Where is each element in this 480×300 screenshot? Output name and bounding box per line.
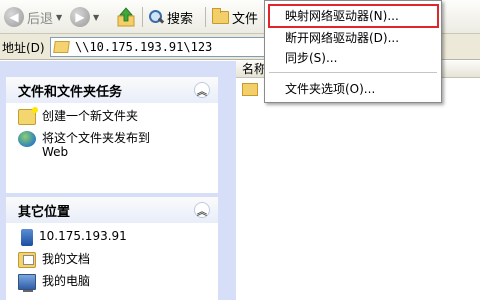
- collapse-icon[interactable]: ︽: [194, 202, 210, 218]
- network-share-icon: [21, 229, 33, 246]
- search-icon: [148, 9, 164, 25]
- panel-title: 其它位置: [18, 204, 71, 220]
- tools-menu: 映射网络驱动器(N)... 断开网络驱动器(D)... 同步(S)... 文件夹…: [264, 0, 442, 103]
- menu-item-folder-options[interactable]: 文件夹选项(O)...: [265, 78, 441, 100]
- place-network-share[interactable]: 10.175.193.91: [18, 229, 210, 246]
- menu-separator: [269, 72, 437, 73]
- task-label: 将这个文件夹发布到 Web: [42, 131, 151, 159]
- place-my-computer[interactable]: 我的电脑: [18, 274, 210, 292]
- menu-item-synchronize[interactable]: 同步(S)...: [265, 47, 441, 69]
- file-tasks-panel: 文件和文件夹任务 ︽ 创建一个新文件夹 将这个文件夹发布到 Web: [6, 77, 218, 193]
- task-label: 创建一个新文件夹: [42, 109, 139, 123]
- panel-header[interactable]: 文件和文件夹任务 ︽: [6, 77, 218, 103]
- search-button[interactable]: 搜索: [148, 5, 193, 29]
- chevron-down-icon[interactable]: ▼: [56, 13, 62, 22]
- folders-button[interactable]: 文件: [212, 5, 258, 29]
- my-computer-icon: [18, 274, 36, 292]
- task-pane: 文件和文件夹任务 ︽ 创建一个新文件夹 将这个文件夹发布到 Web 其它位置 ︽…: [0, 61, 236, 300]
- back-arrow-icon: ◀: [4, 7, 24, 27]
- forward-arrow-icon: ▶: [70, 7, 90, 27]
- folder-icon[interactable]: [242, 83, 258, 96]
- address-input[interactable]: [75, 40, 265, 54]
- panel-header[interactable]: 其它位置 ︽: [6, 197, 218, 223]
- up-folder-button[interactable]: [117, 7, 135, 27]
- place-label: 10.175.193.91: [39, 229, 127, 243]
- new-folder-icon: [18, 107, 38, 125]
- place-my-documents[interactable]: 我的文档: [18, 252, 210, 268]
- menu-item-disconnect-network-drive[interactable]: 断开网络驱动器(D)...: [265, 27, 441, 49]
- address-label: 地址(D): [2, 41, 45, 55]
- toolbar-separator: [205, 7, 206, 27]
- task-publish-web[interactable]: 将这个文件夹发布到 Web: [18, 131, 210, 159]
- address-field[interactable]: [50, 37, 282, 57]
- folder-icon: [212, 7, 229, 24]
- panel-title: 文件和文件夹任务: [18, 84, 123, 100]
- search-label: 搜索: [167, 11, 194, 27]
- back-button[interactable]: ◀ 后退 ▼: [4, 5, 62, 29]
- network-folder-icon: [53, 41, 70, 53]
- folders-label: 文件: [232, 11, 259, 27]
- back-label: 后退: [27, 11, 54, 27]
- toolbar-separator: [142, 7, 143, 27]
- place-label: 我的文档: [42, 252, 91, 266]
- task-new-folder[interactable]: 创建一个新文件夹: [18, 107, 210, 125]
- my-documents-icon: [18, 252, 36, 268]
- up-folder-icon: [117, 7, 135, 27]
- forward-button[interactable]: ▶ ▼: [70, 5, 99, 29]
- collapse-icon[interactable]: ︽: [194, 82, 210, 98]
- place-label: 我的电脑: [42, 274, 91, 288]
- highlight-box: [268, 4, 439, 28]
- other-places-panel: 其它位置 ︽ 10.175.193.91 我的文档 我的电脑: [6, 197, 218, 300]
- globe-icon: [18, 131, 36, 147]
- chevron-down-icon[interactable]: ▼: [93, 13, 99, 22]
